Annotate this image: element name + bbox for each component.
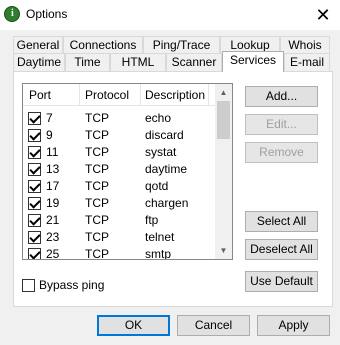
tab-whois[interactable]: Whois [280, 36, 330, 54]
protocol-cell: TCP [85, 162, 109, 176]
tab-ping-trace[interactable]: Ping/Trace [143, 36, 220, 54]
add-button[interactable]: Add... [245, 86, 318, 107]
row-checkbox[interactable] [28, 180, 41, 193]
list-item[interactable]: 21 TCP ftp [23, 212, 215, 229]
apply-button[interactable]: Apply [257, 315, 330, 336]
row-checkbox[interactable] [28, 231, 41, 244]
tab-scanner[interactable]: Scanner [166, 53, 222, 71]
description-cell: chargen [145, 196, 189, 210]
column-description[interactable]: Description [145, 88, 205, 102]
row-checkbox[interactable] [28, 112, 41, 125]
row-checkbox[interactable] [28, 146, 41, 159]
scroll-thumb[interactable] [217, 101, 230, 139]
list-header: Port Protocol Description [23, 84, 215, 106]
port-cell: 19 [46, 196, 60, 210]
remove-button[interactable]: Remove [245, 142, 318, 163]
tab-html[interactable]: HTML [110, 53, 166, 71]
protocol-cell: TCP [85, 179, 109, 193]
bypass-ping-checkbox[interactable] [22, 279, 35, 292]
port-cell: 13 [46, 162, 60, 176]
services-list[interactable]: Port Protocol Description 7 TCP echo 9 T… [22, 83, 233, 260]
protocol-cell: TCP [85, 145, 109, 159]
tab-time[interactable]: Time [65, 53, 110, 71]
port-cell: 11 [46, 145, 59, 159]
port-cell: 7 [46, 111, 53, 125]
list-item[interactable]: 9 TCP discard [23, 127, 215, 144]
list-item[interactable]: 17 TCP qotd [23, 178, 215, 195]
window-title: Options [26, 7, 68, 21]
column-protocol[interactable]: Protocol [85, 88, 129, 102]
port-cell: 21 [46, 213, 60, 227]
scroll-up-icon[interactable]: ▲ [215, 84, 232, 101]
list-item[interactable]: 25 TCP smtp [23, 246, 215, 260]
tab-general[interactable]: General [13, 36, 63, 54]
protocol-cell: TCP [85, 247, 109, 260]
description-cell: smtp [145, 247, 172, 260]
list-item[interactable]: 13 TCP daytime [23, 161, 215, 178]
protocol-cell: TCP [85, 111, 109, 125]
row-checkbox[interactable] [28, 129, 41, 142]
select-all-button[interactable]: Select All [245, 211, 318, 232]
cancel-button[interactable]: Cancel [177, 315, 250, 336]
edit-button[interactable]: Edit... [245, 114, 318, 135]
list-item[interactable]: 7 TCP echo [23, 110, 215, 127]
tab-email[interactable]: E-mail [284, 53, 330, 71]
ok-button[interactable]: OK [97, 315, 170, 336]
info-icon: i [4, 6, 20, 22]
row-checkbox[interactable] [28, 197, 41, 210]
description-cell: qotd [145, 179, 169, 193]
description-cell: discard [145, 128, 184, 142]
port-cell: 25 [46, 247, 60, 260]
close-icon[interactable]: ✕ [306, 0, 340, 30]
list-item[interactable]: 23 TCP telnet [23, 229, 215, 246]
description-cell: telnet [145, 230, 175, 244]
protocol-cell: TCP [85, 213, 109, 227]
vertical-scrollbar[interactable]: ▲ ▼ [215, 84, 232, 259]
list-item[interactable]: 19 TCP chargen [23, 195, 215, 212]
tab-daytime[interactable]: Daytime [13, 53, 65, 71]
port-cell: 23 [46, 230, 60, 244]
list-item[interactable]: 11 TCP systat [23, 144, 215, 161]
scroll-down-icon[interactable]: ▼ [215, 242, 232, 259]
column-port[interactable]: Port [29, 88, 51, 102]
description-cell: systat [145, 145, 177, 159]
tab-services[interactable]: Services [222, 51, 284, 72]
protocol-cell: TCP [85, 196, 109, 210]
description-cell: echo [145, 111, 172, 125]
protocol-cell: TCP [85, 128, 109, 142]
row-checkbox[interactable] [28, 248, 41, 259]
protocol-cell: TCP [85, 230, 109, 244]
title-bar: i Options ✕ [0, 0, 340, 30]
bypass-ping-label: Bypass ping [39, 278, 105, 292]
row-checkbox[interactable] [28, 214, 41, 227]
port-cell: 9 [46, 128, 53, 142]
description-cell: ftp [145, 213, 159, 227]
port-cell: 17 [46, 179, 60, 193]
tab-connections[interactable]: Connections [63, 36, 143, 54]
deselect-all-button[interactable]: Deselect All [245, 239, 318, 260]
use-default-button[interactable]: Use Default [245, 271, 318, 292]
row-checkbox[interactable] [28, 163, 41, 176]
description-cell: daytime [145, 162, 188, 176]
